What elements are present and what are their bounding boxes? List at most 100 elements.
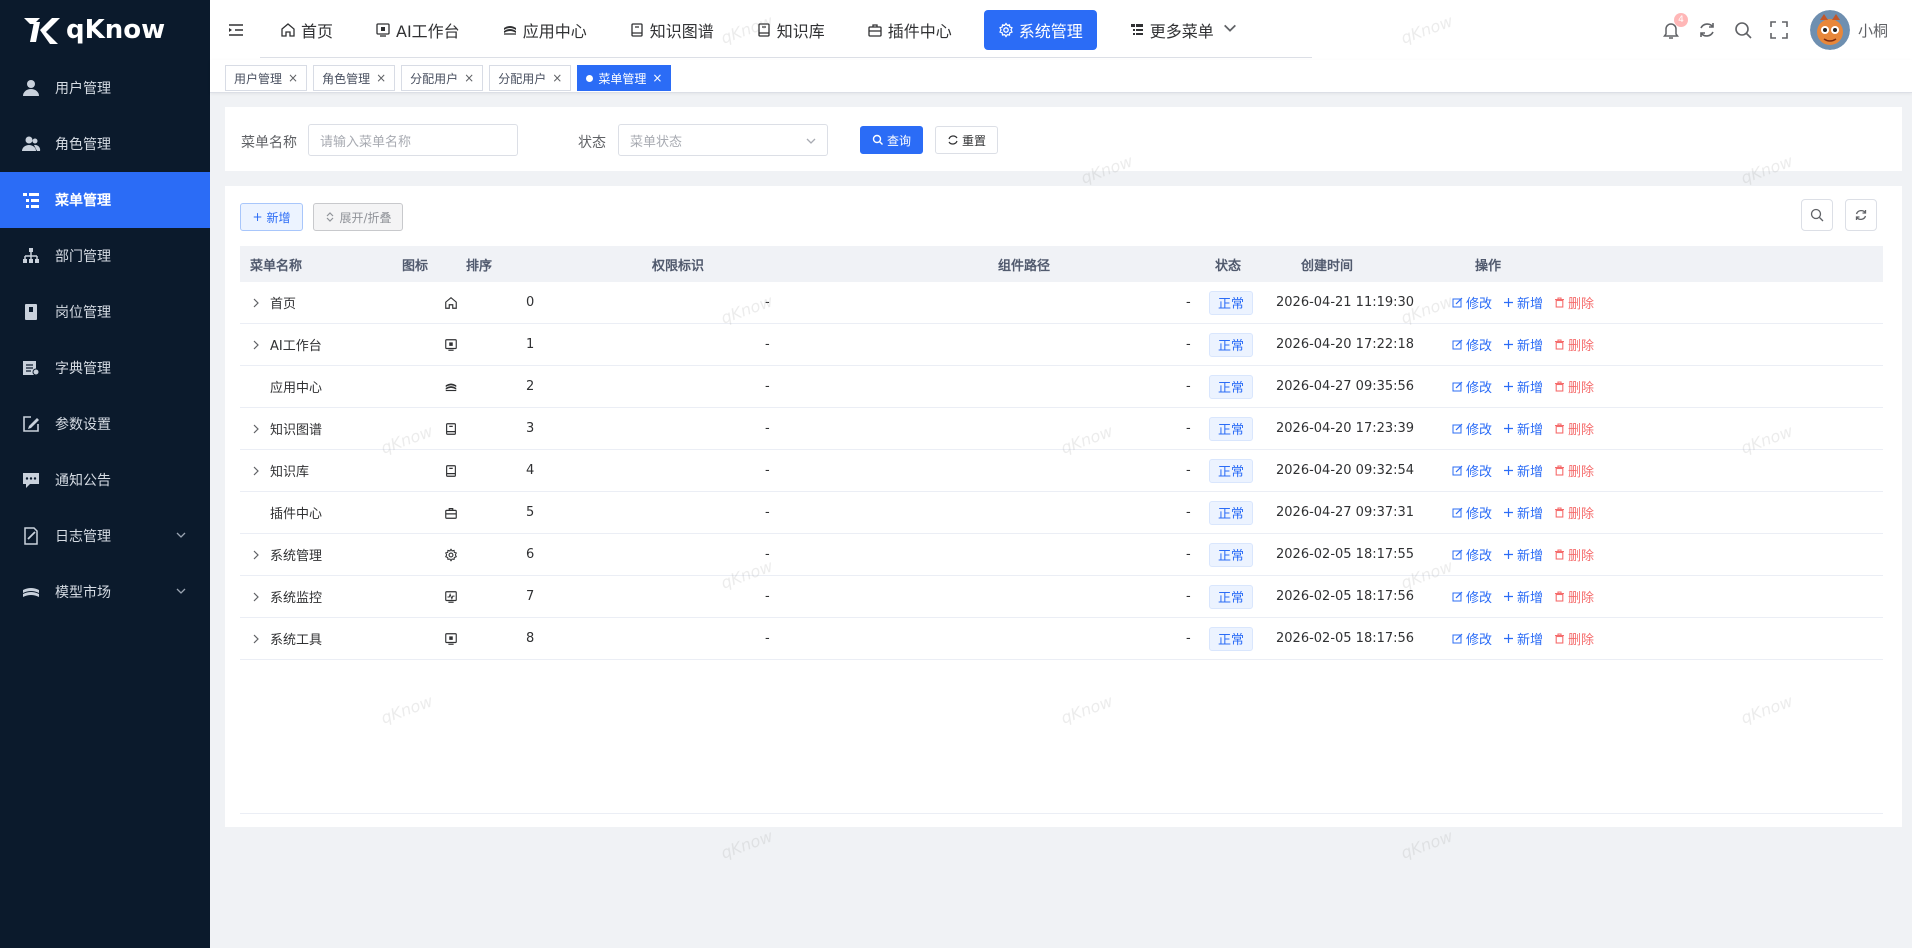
table-row[interactable]: 知识图谱 3 - - 正常 2026-04-20 17:23:39 修改 新增 删除	[240, 408, 1883, 450]
close-icon[interactable]: ×	[288, 71, 298, 85]
plus-icon	[1503, 549, 1517, 560]
delete-button[interactable]: 删除	[1554, 419, 1594, 438]
fullscreen-icon[interactable]	[1768, 19, 1790, 41]
expand-collapse-button[interactable]: 展开/折叠	[313, 203, 403, 231]
delete-button[interactable]: 删除	[1554, 629, 1594, 648]
table-row[interactable]: 应用中心 2 - - 正常 2026-04-27 09:35:56 修改 新增 删除	[240, 366, 1883, 408]
chevron-right-icon[interactable]	[250, 633, 262, 645]
notification-bell-icon[interactable]: 4	[1660, 13, 1688, 41]
topnav-item[interactable]: 知识库	[746, 10, 835, 50]
chevron-right-icon[interactable]	[250, 465, 262, 477]
menu-name-input[interactable]: 请输入菜单名称	[308, 124, 518, 156]
edit-button[interactable]: 修改	[1452, 545, 1492, 564]
sidebar-item[interactable]: 通知公告	[0, 452, 210, 508]
sidebar-item[interactable]: 岗位管理	[0, 284, 210, 340]
table-row[interactable]: 知识库 4 - - 正常 2026-04-20 09:32:54 修改 新增 删除	[240, 450, 1883, 492]
column-header: 排序	[466, 258, 493, 274]
sidebar-item[interactable]: 字典管理	[0, 340, 210, 396]
query-button[interactable]: 查询	[860, 126, 923, 154]
topnav-item[interactable]: AI工作台	[365, 10, 470, 50]
edit-button[interactable]: 修改	[1452, 293, 1492, 312]
tag-item[interactable]: 分配用户 ×	[489, 65, 572, 91]
sidebar-item[interactable]: 参数设置	[0, 396, 210, 452]
edit-button[interactable]: 修改	[1452, 335, 1492, 354]
delete-button[interactable]: 删除	[1554, 335, 1594, 354]
edit-button[interactable]: 修改	[1452, 587, 1492, 606]
username[interactable]: 小桐	[1858, 20, 1888, 41]
add-child-button[interactable]: 新增	[1503, 629, 1543, 648]
market-icon	[20, 581, 42, 603]
actions-cell: 修改 新增 删除	[1452, 408, 1605, 449]
app-logo[interactable]: qKnow	[0, 0, 210, 60]
delete-button[interactable]: 删除	[1554, 377, 1594, 396]
topnav-item[interactable]: 应用中心	[492, 10, 597, 50]
add-child-button[interactable]: 新增	[1503, 545, 1543, 564]
topnav-item[interactable]: 更多菜单	[1119, 10, 1253, 50]
table-row[interactable]: 系统监控 7 - - 正常 2026-02-05 18:17:56 修改 新增 删除	[240, 576, 1883, 618]
add-child-button[interactable]: 新增	[1503, 503, 1543, 522]
add-child-button[interactable]: 新增	[1503, 293, 1543, 312]
edit-button[interactable]: 修改	[1452, 629, 1492, 648]
stack-icon	[444, 366, 458, 407]
toggle-search-button[interactable]	[1801, 199, 1833, 231]
tag-item[interactable]: 用户管理 ×	[225, 65, 308, 91]
sidebar-item[interactable]: 日志管理	[0, 508, 210, 564]
topnav-item[interactable]: 系统管理	[983, 10, 1097, 50]
sidebar-item[interactable]: 角色管理	[0, 116, 210, 172]
sidebar-item-label: 部门管理	[55, 249, 111, 265]
edit-button[interactable]: 修改	[1452, 419, 1492, 438]
sidebar: qKnow 用户管理 角色管理 菜单管理部门管理岗位管理 字典管理 参数设置 通知公告 日志…	[0, 0, 210, 948]
add-child-button[interactable]: 新增	[1503, 335, 1543, 354]
delete-button[interactable]: 删除	[1554, 503, 1594, 522]
topnav-item[interactable]: 知识图谱	[619, 10, 724, 50]
delete-button[interactable]: 删除	[1554, 587, 1594, 606]
topnav-item[interactable]: 插件中心	[857, 10, 962, 50]
chevron-right-icon[interactable]	[250, 549, 262, 561]
chevron-right-icon[interactable]	[250, 591, 262, 603]
plus-icon	[1503, 591, 1517, 602]
table-row[interactable]: 插件中心 5 - - 正常 2026-04-27 09:37:31 修改 新增 删除	[240, 492, 1883, 534]
delete-button[interactable]: 删除	[1554, 461, 1594, 480]
edit-button[interactable]: 修改	[1452, 503, 1492, 522]
chevron-right-icon[interactable]	[250, 423, 262, 435]
chevron-right-icon[interactable]	[250, 339, 262, 351]
edit-button[interactable]: 修改	[1452, 377, 1492, 396]
table-row[interactable]: 系统管理 6 - - 正常 2026-02-05 18:17:55 修改 新增 删除	[240, 534, 1883, 576]
add-child-button[interactable]: 新增	[1503, 419, 1543, 438]
tag-item[interactable]: 分配用户 ×	[401, 65, 484, 91]
user-avatar[interactable]	[1809, 10, 1850, 50]
add-child-button[interactable]: 新增	[1503, 377, 1543, 396]
permission-cell: -	[765, 379, 770, 394]
delete-button[interactable]: 删除	[1554, 293, 1594, 312]
close-icon[interactable]: ×	[464, 71, 474, 85]
table-row[interactable]: 首页 0 - - 正常 2026-04-21 11:19:30 修改 新增 删除	[240, 282, 1883, 324]
search-icon[interactable]	[1732, 19, 1754, 41]
refresh-table-button[interactable]	[1845, 199, 1877, 231]
sidebar-item[interactable]: 部门管理	[0, 228, 210, 284]
chevron-right-icon[interactable]	[250, 297, 262, 309]
refresh-icon[interactable]	[1696, 19, 1718, 41]
reset-button[interactable]: 重置	[935, 126, 998, 154]
add-child-button[interactable]: 新增	[1503, 587, 1543, 606]
tag-item[interactable]: 角色管理 ×	[313, 65, 396, 91]
status-select[interactable]: 菜单状态	[618, 124, 828, 156]
sidebar-item[interactable]: 菜单管理	[0, 172, 210, 228]
plus-icon	[1503, 507, 1517, 518]
delete-button[interactable]: 删除	[1554, 545, 1594, 564]
stack-icon	[502, 22, 523, 38]
close-icon[interactable]: ×	[552, 71, 562, 85]
log-icon	[20, 525, 42, 547]
topnav-item[interactable]: 首页	[270, 10, 343, 50]
sidebar-item[interactable]: 用户管理	[0, 60, 210, 116]
collapse-sidebar-icon[interactable]	[226, 20, 246, 40]
close-icon[interactable]: ×	[652, 71, 662, 85]
table-row[interactable]: 系统工具 8 - - 正常 2026-02-05 18:17:56 修改 新增 删除	[240, 618, 1883, 660]
edit-button-label: 修改	[1466, 297, 1493, 312]
close-icon[interactable]: ×	[376, 71, 386, 85]
edit-button[interactable]: 修改	[1452, 461, 1492, 480]
add-menu-button[interactable]: + 新增	[240, 203, 303, 231]
tag-item[interactable]: 菜单管理 ×	[577, 65, 672, 91]
add-child-button[interactable]: 新增	[1503, 461, 1543, 480]
sidebar-item[interactable]: 模型市场	[0, 564, 210, 620]
table-row[interactable]: AI工作台 1 - - 正常 2026-04-20 17:22:18 修改 新增 删除	[240, 324, 1883, 366]
